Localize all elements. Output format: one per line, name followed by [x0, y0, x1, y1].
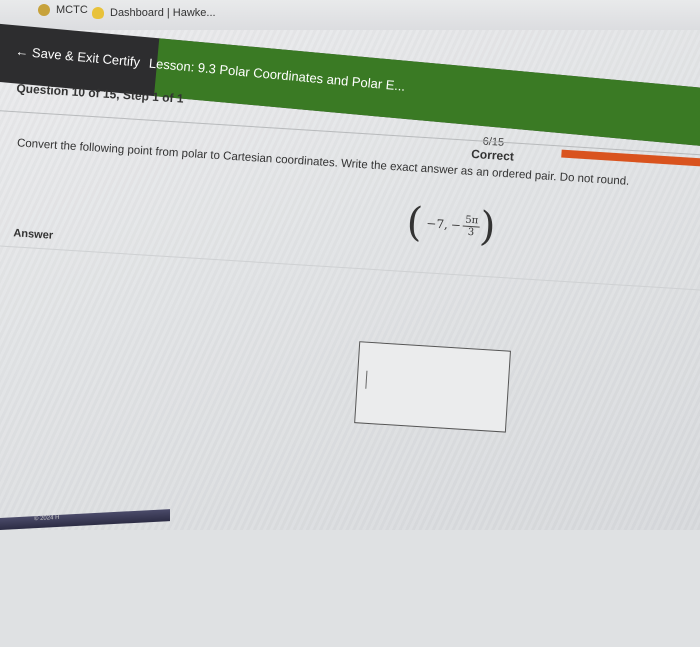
question-info: Question 10 of 15, Step 1 of 1	[16, 81, 184, 106]
text-cursor	[365, 370, 368, 389]
right-paren: )	[478, 203, 497, 251]
footer-text: © 2024 H	[34, 514, 60, 523]
theta-fraction: 5π 3	[462, 214, 481, 238]
score-indicator: 6/15 Correct	[471, 135, 515, 164]
polar-point: ( −7, − 5π 3 )	[405, 199, 497, 251]
theta-numerator: 5π	[462, 214, 481, 228]
divider	[0, 244, 700, 294]
left-paren: (	[405, 199, 424, 246]
answer-label: Answer	[13, 227, 54, 242]
point-r: −7,	[425, 216, 449, 232]
score-status: Correct	[470, 146, 515, 164]
question-panel: Question 10 of 15, Step 1 of 1 6/15 Corr…	[0, 0, 700, 647]
theta-sign: −	[450, 217, 462, 233]
answer-input[interactable]	[354, 341, 511, 433]
theta-denominator: 3	[467, 226, 475, 238]
